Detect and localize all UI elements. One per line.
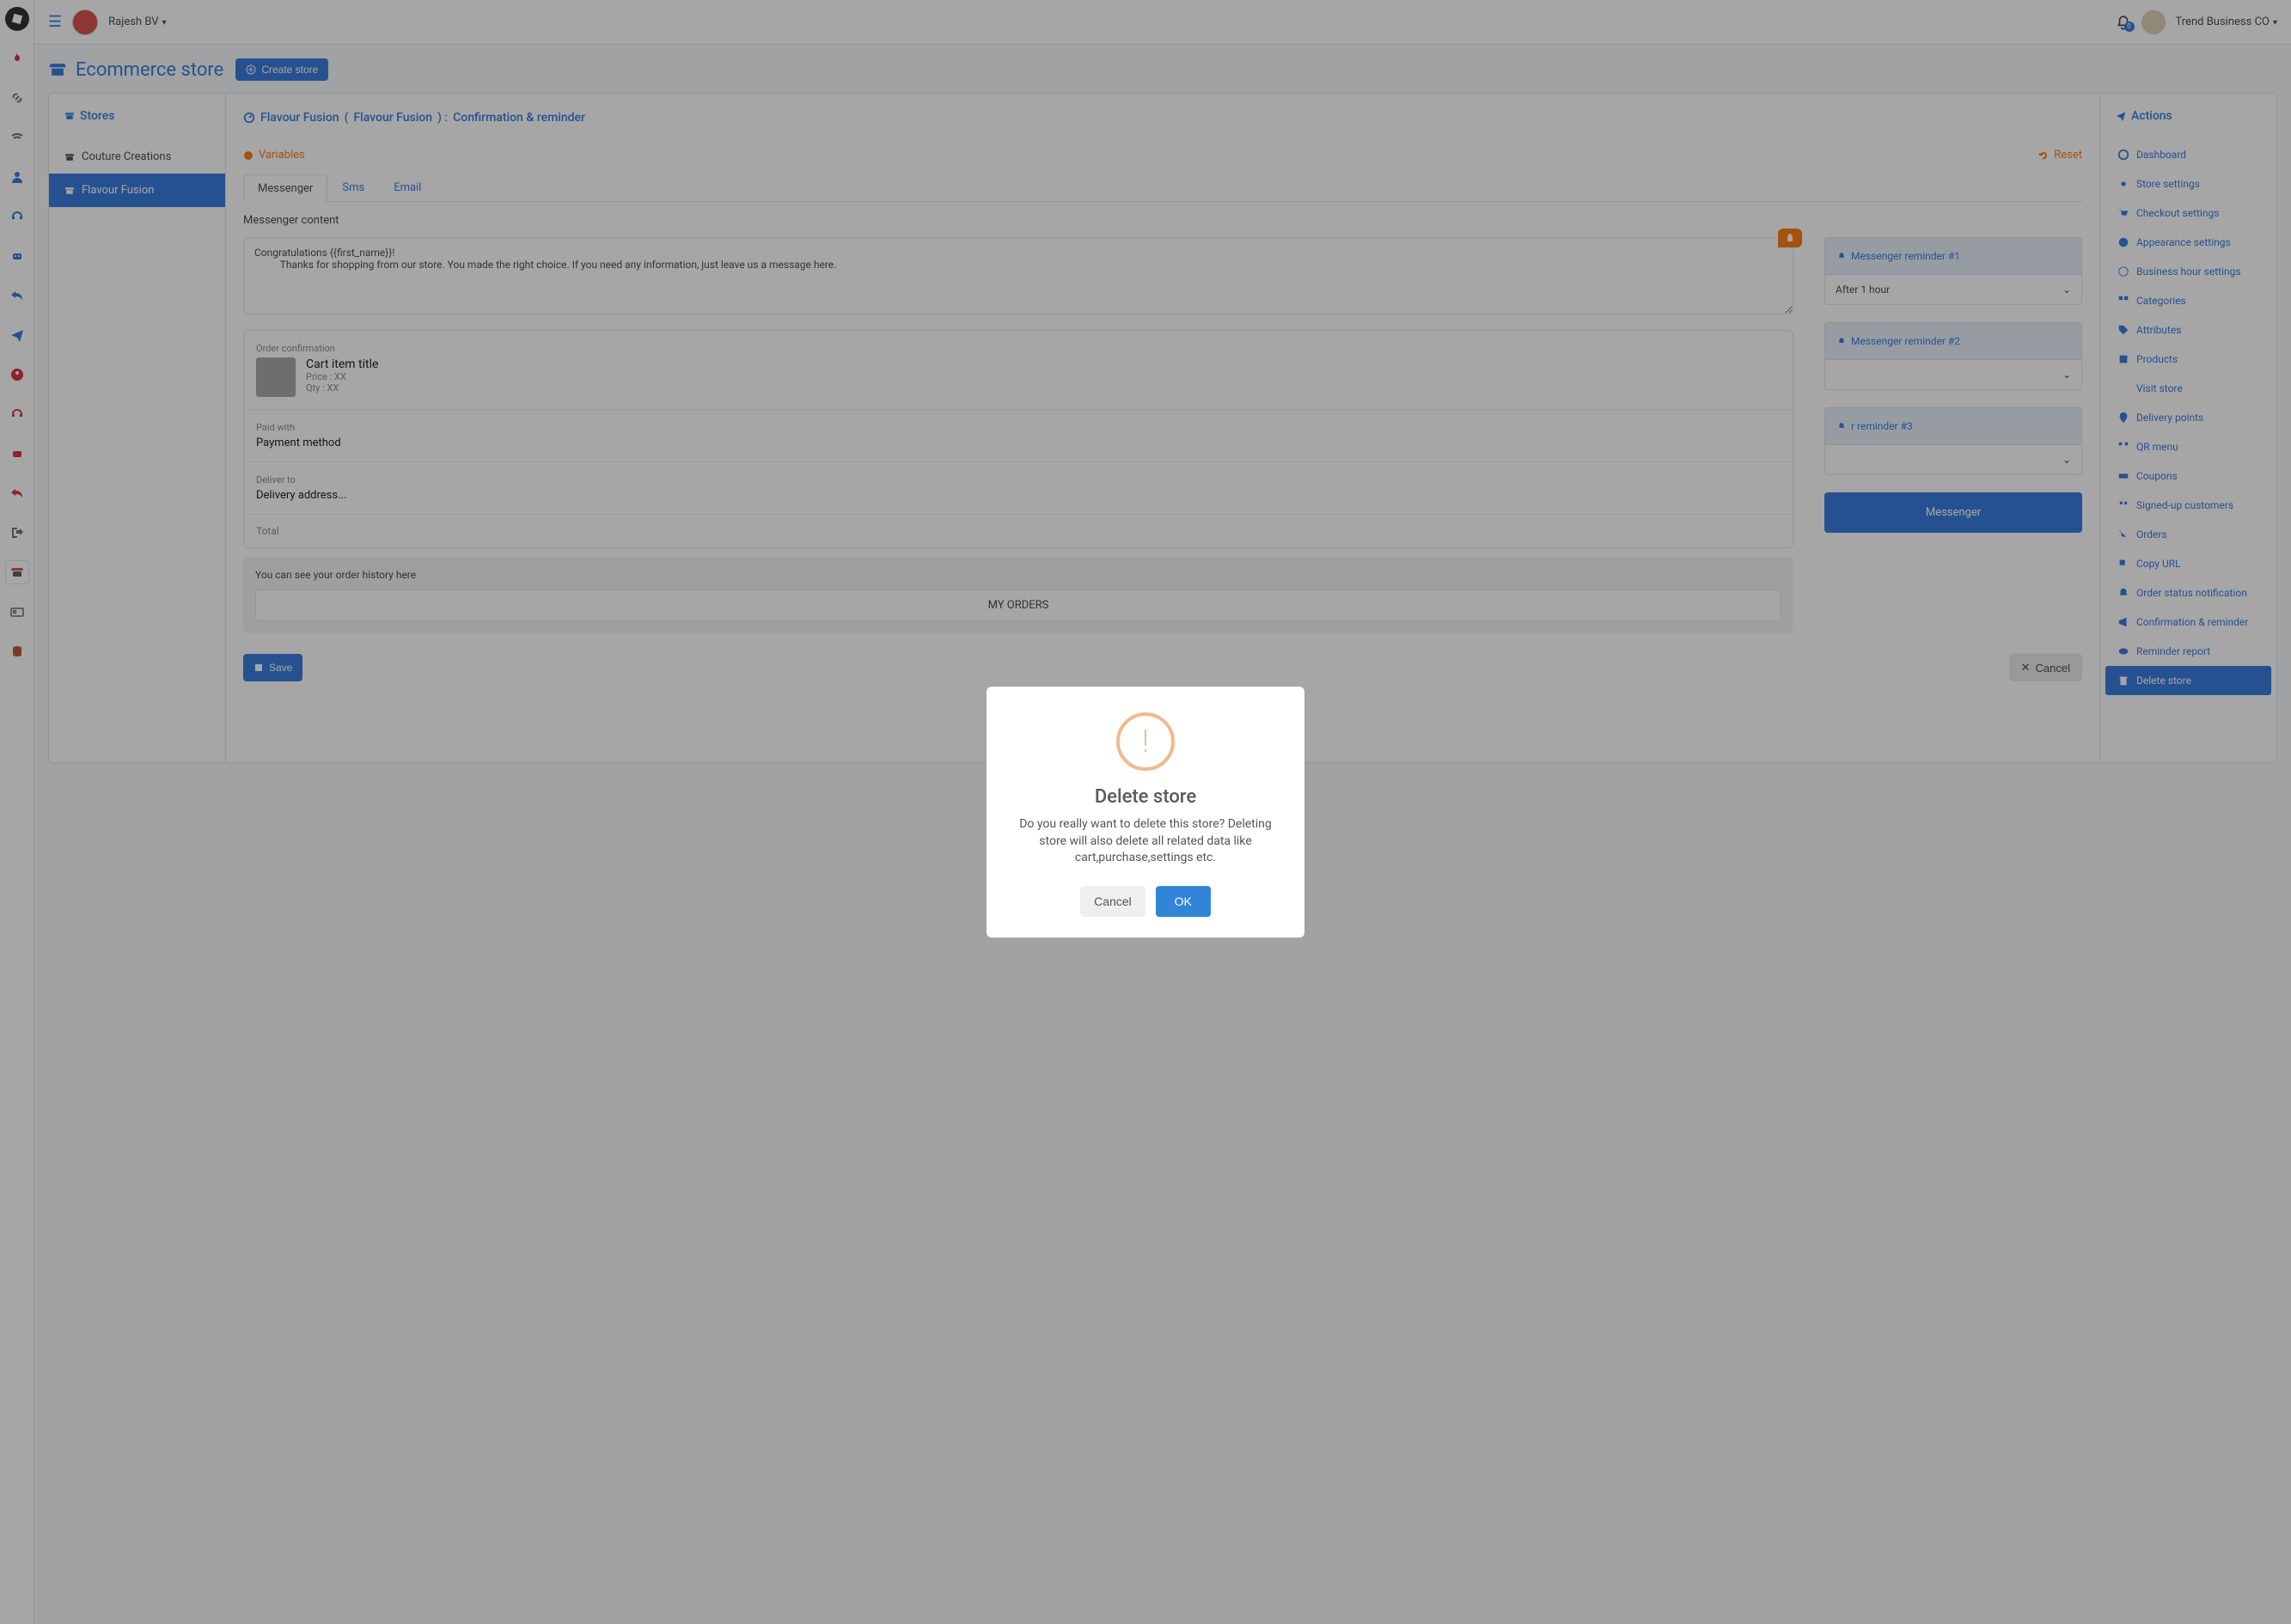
delete-store-modal: ! Delete store Do you really want to del… (987, 687, 1304, 937)
warning-icon: ! (1116, 712, 1175, 771)
modal-ok-button[interactable]: OK (1156, 886, 1211, 917)
modal-title: Delete store (1007, 786, 1284, 808)
modal-text: Do you really want to delete this store?… (1007, 816, 1284, 867)
modal-cancel-button[interactable]: Cancel (1080, 886, 1146, 917)
